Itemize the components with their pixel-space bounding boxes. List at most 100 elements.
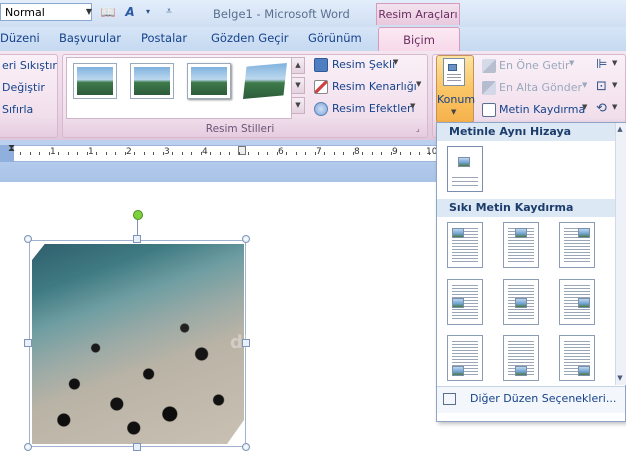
ruler-tick [248, 152, 249, 155]
ruler-tick [39, 152, 40, 155]
ruler-tick [334, 152, 335, 155]
customize-qat-icon[interactable]: ⩡ [160, 3, 178, 21]
resize-handle-bottom-left[interactable] [24, 443, 32, 451]
tab-mailings[interactable]: Postalar [141, 31, 187, 45]
scroll-down-icon[interactable]: ▼ [615, 373, 625, 383]
ruler-tick [49, 152, 50, 155]
position-option-bottom-right[interactable] [559, 335, 595, 381]
ruler-tick [372, 152, 373, 155]
ruler-tick [182, 152, 183, 155]
ruler-tick [115, 152, 116, 155]
position-option-top-center[interactable] [503, 222, 539, 268]
book-icon[interactable]: 📖 [99, 3, 117, 21]
chevron-down-icon[interactable]: ▼ [612, 59, 617, 67]
resize-handle-bottom-right[interactable] [242, 443, 250, 451]
chevron-down-icon[interactable]: ▼ [410, 102, 415, 110]
ruler-number: 1 [88, 147, 94, 157]
ruler-tick [258, 152, 259, 155]
chevron-down-icon[interactable]: ▾ [139, 3, 157, 21]
ruler-tick [163, 152, 164, 155]
picture-styles-label: Resim Stilleri [205, 123, 275, 135]
style-thumbnail-4[interactable] [243, 63, 287, 99]
resize-handle-top[interactable] [133, 235, 141, 243]
align-icon[interactable]: ⊫ [596, 57, 607, 72]
chevron-down-icon[interactable]: ▼ [582, 81, 587, 89]
font-color-icon[interactable]: A [121, 3, 139, 21]
ruler-tick [324, 152, 325, 155]
ruler-tick [87, 152, 88, 155]
dialog-launcher-icon[interactable]: ⌟ [416, 124, 420, 133]
bring-to-front-button[interactable]: En Öne Getir [499, 59, 570, 72]
chevron-down-icon[interactable]: ▼ [612, 103, 617, 111]
reset-picture-button[interactable]: Sıfırla [2, 103, 33, 116]
ruler-number: 8 [354, 147, 360, 157]
picture-effects-icon [314, 102, 328, 116]
chevron-down-icon[interactable]: ▼ [393, 58, 398, 66]
resize-handle-right[interactable] [242, 339, 250, 347]
gallery-up-arrow[interactable]: ▲ [291, 57, 305, 74]
ruler-tick [68, 152, 69, 155]
style-thumbnail-1[interactable] [73, 63, 117, 99]
position-option-middle-center[interactable] [503, 279, 539, 325]
chevron-down-icon[interactable]: ▼ [84, 4, 94, 20]
position-option-middle-right[interactable] [559, 279, 595, 325]
style-thumbnail-2[interactable] [130, 63, 174, 99]
picture-icon [578, 228, 590, 238]
position-option-top-right[interactable] [559, 222, 595, 268]
group-icon[interactable]: ⊡ [596, 79, 607, 94]
position-option-middle-left[interactable] [447, 279, 483, 325]
resize-handle-top-left[interactable] [24, 235, 32, 243]
picture-effects-button[interactable]: Resim Efektleri [332, 102, 415, 115]
style-selector[interactable]: Normal [0, 3, 92, 21]
picture-icon [452, 366, 464, 376]
picture-icon [452, 228, 464, 238]
resize-handle-top-right[interactable] [242, 235, 250, 243]
dropdown-scrollbar[interactable] [615, 123, 626, 385]
ruler-number: 7 [316, 147, 322, 157]
window-title: Belge1 - Microsoft Word [213, 7, 350, 21]
position-option-bottom-center[interactable] [503, 335, 539, 381]
scroll-up-icon[interactable]: ▲ [615, 124, 625, 134]
picture-shape-button[interactable]: Resim Şekli [332, 58, 395, 71]
ruler-tick [172, 152, 173, 155]
style-thumbnail-3[interactable] [187, 63, 231, 99]
resize-handle-bottom[interactable] [133, 443, 141, 451]
change-picture-button[interactable]: Değiştir [2, 81, 45, 94]
picture-icon [578, 366, 590, 376]
inline-with-text-option[interactable] [447, 146, 483, 192]
rotate-icon[interactable]: ⟲ [596, 101, 607, 116]
position-option-top-left[interactable] [447, 222, 483, 268]
ruler-number: 1 [50, 147, 56, 157]
tab-review[interactable]: Gözden Geçir [211, 31, 289, 45]
more-layout-options-label: Diğer Düzen Seçenekleri... [470, 392, 617, 405]
indent-marker-icon[interactable]: ⧗ [8, 143, 15, 154]
gallery-down-arrow[interactable]: ▼ [291, 77, 305, 94]
tab-references[interactable]: Başvurular [59, 31, 121, 45]
chevron-down-icon[interactable]: ▼ [416, 80, 421, 88]
tab-format[interactable]: Biçim [378, 27, 460, 52]
picture-icon [515, 228, 527, 238]
rotation-handle[interactable] [133, 210, 143, 220]
tab-layout[interactable]: Düzeni [0, 31, 40, 45]
chevron-down-icon[interactable]: ▼ [569, 59, 574, 67]
chevron-down-icon[interactable]: ▼ [582, 103, 587, 111]
gallery-more-arrow[interactable]: ▼ [291, 97, 305, 114]
ruler-tick [305, 152, 306, 155]
position-option-bottom-left[interactable] [447, 335, 483, 381]
compress-pictures-button[interactable]: eri Sıkıştır [2, 59, 57, 72]
ruler-tick [296, 152, 297, 155]
tab-view[interactable]: Görünüm [308, 31, 362, 45]
picture-border-button[interactable]: Resim Kenarlığı [332, 80, 417, 93]
ruler-tick [229, 152, 230, 155]
ruler-tick [201, 152, 202, 155]
beach-photo[interactable] [32, 244, 244, 444]
watermark-text: digitalders.com [230, 332, 389, 353]
resize-handle-left[interactable] [24, 339, 32, 347]
chevron-down-icon[interactable]: ▼ [612, 81, 617, 89]
ruler-tick [391, 152, 392, 155]
send-to-back-button[interactable]: En Alta Gönder [499, 81, 582, 94]
ruler-tick [353, 152, 354, 155]
ruler-tick [210, 152, 211, 155]
ruler-tick [286, 152, 287, 155]
text-wrapping-button[interactable]: Metin Kaydırma [499, 103, 585, 116]
